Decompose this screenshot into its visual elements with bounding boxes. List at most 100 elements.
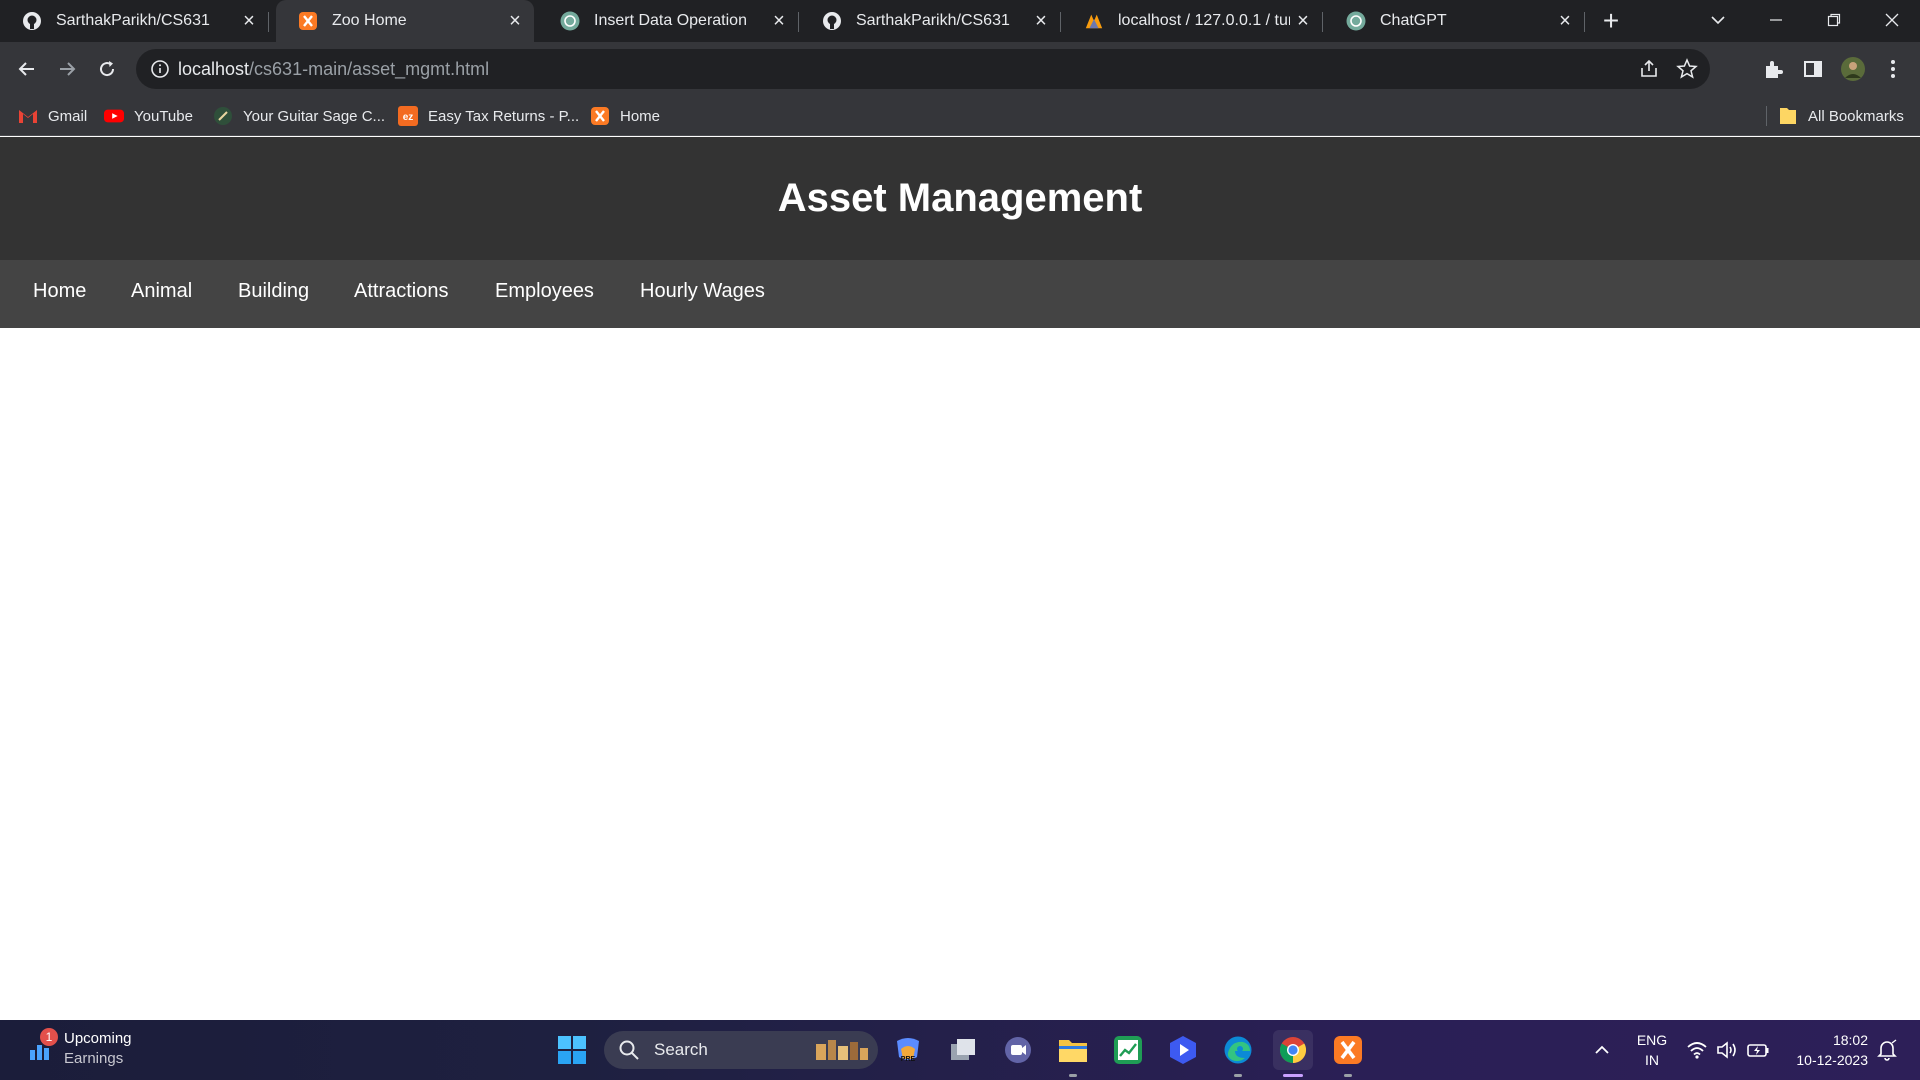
url-text: localhost/cs631-main/asset_mgmt.html xyxy=(178,59,489,80)
reload-button[interactable] xyxy=(90,52,124,86)
chevron-down-icon xyxy=(1711,16,1725,25)
forward-button[interactable] xyxy=(50,52,84,86)
taskbar-app-stocks[interactable] xyxy=(1108,1030,1148,1070)
nav-link-attractions[interactable]: Attractions xyxy=(354,280,448,303)
tab-strip: SarthakParikh/CS631 × Zoo Home × Insert … xyxy=(0,0,1920,42)
notifications-button[interactable] xyxy=(1870,1030,1904,1070)
extensions-icon[interactable] xyxy=(1760,56,1786,82)
taskbar: 1 Upcoming Earnings Search PRE ENG IN 18… xyxy=(0,1020,1920,1080)
bookmark-guitar-sage[interactable]: Your Guitar Sage C... xyxy=(213,96,385,136)
nav-link-employees[interactable]: Employees xyxy=(495,280,594,303)
show-hidden-icons-button[interactable] xyxy=(1582,1030,1622,1070)
tab-zoo-home[interactable]: Zoo Home × xyxy=(276,0,534,42)
taskbar-app-teams[interactable] xyxy=(998,1030,1038,1070)
nav-link-building[interactable]: Building xyxy=(238,280,309,303)
new-tab-button[interactable]: + xyxy=(1596,5,1626,36)
restore-button[interactable] xyxy=(1806,0,1862,40)
language-indicator[interactable]: ENG IN xyxy=(1626,1030,1678,1070)
page-header: Asset Management xyxy=(0,137,1920,260)
chatgpt-icon xyxy=(560,11,580,31)
chevron-up-icon xyxy=(1595,1045,1609,1054)
tab-title: SarthakParikh/CS631 xyxy=(856,12,1010,29)
bookmark-home[interactable]: Home xyxy=(590,96,660,136)
xampp-icon xyxy=(590,106,610,126)
windows-logo-icon xyxy=(558,1036,586,1064)
address-bar[interactable]: localhost/cs631-main/asset_mgmt.html xyxy=(136,49,1710,89)
taskbar-search[interactable]: Search xyxy=(604,1031,878,1069)
quick-settings-button[interactable] xyxy=(1684,1030,1784,1070)
youtube-icon xyxy=(104,106,124,126)
start-button[interactable] xyxy=(552,1030,592,1070)
bookmark-label: Home xyxy=(620,107,661,125)
bookmark-label: Easy Tax Returns - P... xyxy=(428,107,580,125)
taskbar-app-xampp[interactable] xyxy=(1328,1030,1368,1077)
bookmark-youtube[interactable]: YouTube xyxy=(104,96,193,136)
bookmarks-bar: Gmail YouTube Your Guitar Sage C... ez E… xyxy=(0,96,1920,136)
all-bookmarks-label: All Bookmarks xyxy=(1808,107,1904,125)
nav-link-hourly-wages[interactable]: Hourly Wages xyxy=(640,280,765,303)
taskbar-app-edge[interactable] xyxy=(1218,1030,1258,1077)
xampp-icon xyxy=(1334,1036,1362,1064)
nav-link-animal[interactable]: Animal xyxy=(131,280,192,303)
tab-insert-data[interactable]: Insert Data Operation × xyxy=(538,0,798,42)
close-icon[interactable]: × xyxy=(502,8,528,34)
active-indicator xyxy=(1283,1074,1303,1077)
menu-kebab-icon[interactable] xyxy=(1880,56,1906,82)
all-bookmarks[interactable]: All Bookmarks xyxy=(1778,96,1904,136)
close-icon xyxy=(1885,13,1899,27)
tab-title: SarthakParikh/CS631 xyxy=(56,12,210,29)
widgets-button[interactable]: 1 Upcoming Earnings xyxy=(24,1028,164,1072)
profile-avatar[interactable] xyxy=(1840,56,1866,82)
nav-link-home[interactable]: Home xyxy=(33,280,86,303)
tab-phpmyadmin[interactable]: localhost / 127.0.0.1 / turtl × xyxy=(1062,0,1322,42)
bookmarks-divider xyxy=(1766,106,1767,126)
back-button[interactable] xyxy=(10,52,44,86)
close-icon[interactable]: × xyxy=(236,8,262,34)
search-label: Search xyxy=(654,1040,708,1059)
bookmark-label: Gmail xyxy=(48,107,88,125)
widget-subtitle: Earnings xyxy=(64,1050,124,1067)
notification-bell-icon xyxy=(1877,1039,1897,1061)
search-highlight-icon xyxy=(814,1036,870,1064)
tab-github-1[interactable]: SarthakParikh/CS631 × xyxy=(0,0,268,42)
svg-text:ez: ez xyxy=(403,112,414,123)
ez-icon: ez xyxy=(398,106,418,126)
close-icon[interactable]: × xyxy=(1552,8,1578,34)
tab-chatgpt[interactable]: ChatGPT × xyxy=(1324,0,1584,42)
close-icon[interactable]: × xyxy=(1028,8,1054,34)
reload-icon xyxy=(100,61,115,77)
tab-divider xyxy=(1060,12,1061,32)
url-host: localhost xyxy=(178,59,250,79)
taskbar-app-file-explorer[interactable] xyxy=(1053,1030,1093,1077)
bookmark-gmail[interactable]: Gmail xyxy=(18,96,87,136)
github-icon xyxy=(822,11,842,31)
close-window-button[interactable] xyxy=(1864,0,1920,40)
close-icon[interactable]: × xyxy=(1290,8,1316,34)
svg-text:PRE: PRE xyxy=(901,1056,916,1063)
taskbar-app-task-view[interactable] xyxy=(943,1030,983,1070)
copilot-icon: PRE xyxy=(897,1038,919,1063)
battery-charging-icon xyxy=(1746,1040,1770,1065)
bookmark-star-icon[interactable] xyxy=(1676,58,1698,80)
share-icon[interactable] xyxy=(1638,58,1660,80)
info-icon[interactable] xyxy=(150,59,170,79)
tab-title: ChatGPT xyxy=(1380,12,1447,29)
minimize-button[interactable] xyxy=(1748,0,1804,40)
side-panel-icon[interactable] xyxy=(1800,56,1826,82)
clock[interactable]: 18:02 10-12-2023 xyxy=(1784,1030,1872,1070)
taskbar-app-chrome[interactable] xyxy=(1273,1030,1313,1077)
region-label: IN xyxy=(1645,1052,1659,1068)
running-indicator xyxy=(1234,1074,1242,1077)
tab-search-button[interactable] xyxy=(1690,0,1746,40)
bookmark-easy-tax[interactable]: ez Easy Tax Returns - P... xyxy=(398,96,579,136)
close-icon[interactable]: × xyxy=(766,8,792,34)
bookmark-label: Your Guitar Sage C... xyxy=(243,107,386,125)
search-icon xyxy=(618,1039,640,1061)
github-icon xyxy=(22,11,42,31)
taskbar-app-copilot[interactable]: PRE xyxy=(888,1030,928,1070)
folder-icon xyxy=(1059,1040,1087,1062)
phpmyadmin-icon xyxy=(1084,11,1104,31)
tab-github-2[interactable]: SarthakParikh/CS631 × xyxy=(800,0,1060,42)
taskbar-app-media-player[interactable] xyxy=(1163,1030,1203,1070)
widget-title: Upcoming xyxy=(64,1030,132,1047)
